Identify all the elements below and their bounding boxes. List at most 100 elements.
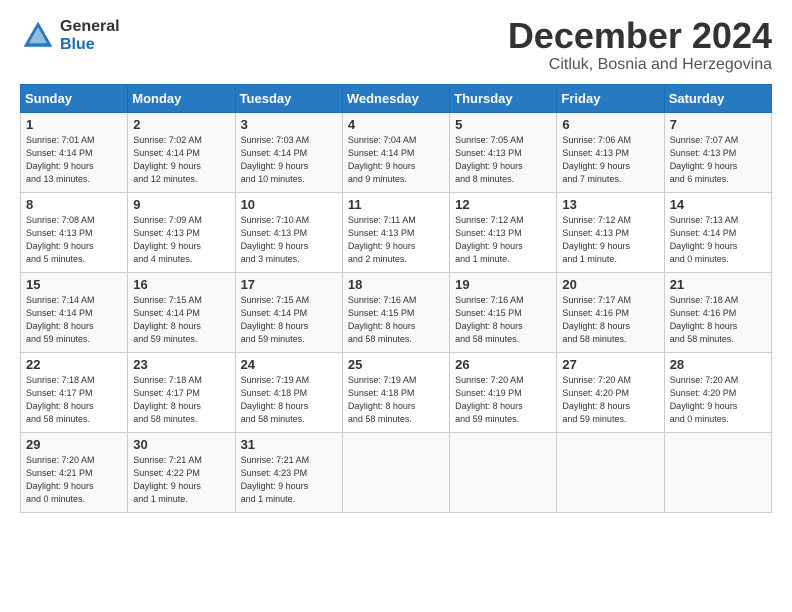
day-number: 15 (26, 277, 122, 292)
day-cell: 14 Sunrise: 7:13 AM Sunset: 4:14 PM Dayli… (664, 193, 771, 273)
day-number: 13 (562, 197, 658, 212)
day-info: Sunrise: 7:21 AM Sunset: 4:23 PM Dayligh… (241, 454, 337, 506)
day-number: 19 (455, 277, 551, 292)
calendar-header: SundayMondayTuesdayWednesdayThursdayFrid… (21, 85, 772, 113)
week-row-4: 29Sunrise: 7:20 AM Sunset: 4:21 PM Dayli… (21, 433, 772, 513)
day-number: 10 (241, 197, 337, 212)
day-number: 14 (670, 197, 766, 212)
day-info: Sunrise: 7:07 AM Sunset: 4:13 PM Dayligh… (670, 134, 766, 186)
day-cell: 28 Sunrise: 7:20 AM Sunset: 4:20 PM Dayli… (664, 353, 771, 433)
day-cell: 9 Sunrise: 7:09 AM Sunset: 4:13 PM Daylig… (128, 193, 235, 273)
day-number: 16 (133, 277, 229, 292)
logo-general: General (60, 18, 120, 36)
day-number: 9 (133, 197, 229, 212)
header: General Blue December 2024 Citluk, Bosni… (20, 18, 772, 74)
week-row-3: 22 Sunrise: 7:18 AM Sunset: 4:17 PM Dayli… (21, 353, 772, 433)
day-cell: 7 Sunrise: 7:07 AM Sunset: 4:13 PM Daylig… (664, 113, 771, 193)
day-number: 22 (26, 357, 122, 372)
title-block: December 2024 Citluk, Bosnia and Herzego… (508, 18, 772, 74)
day-info: Sunrise: 7:15 AM Sunset: 4:14 PM Dayligh… (133, 294, 229, 346)
day-cell (450, 433, 557, 513)
day-cell: 18 Sunrise: 7:16 AM Sunset: 4:15 PM Dayli… (342, 273, 449, 353)
day-cell: 27 Sunrise: 7:20 AM Sunset: 4:20 PM Dayli… (557, 353, 664, 433)
day-number: 23 (133, 357, 229, 372)
day-number: 26 (455, 357, 551, 372)
page-title: December 2024 (508, 18, 772, 54)
day-cell: 31 Sunrise: 7:21 AM Sunset: 4:23 PM Dayli… (235, 433, 342, 513)
header-cell-friday: Friday (557, 85, 664, 113)
day-cell: 26 Sunrise: 7:20 AM Sunset: 4:19 PM Dayli… (450, 353, 557, 433)
day-number: 2 (133, 117, 229, 132)
day-cell: 6Sunrise: 7:06 AM Sunset: 4:13 PM Daylig… (557, 113, 664, 193)
header-cell-tuesday: Tuesday (235, 85, 342, 113)
day-number: 31 (241, 437, 337, 452)
week-row-0: 1Sunrise: 7:01 AM Sunset: 4:14 PM Daylig… (21, 113, 772, 193)
day-cell: 30 Sunrise: 7:21 AM Sunset: 4:22 PM Dayli… (128, 433, 235, 513)
day-number: 18 (348, 277, 444, 292)
day-number: 21 (670, 277, 766, 292)
header-cell-monday: Monday (128, 85, 235, 113)
day-info: Sunrise: 7:21 AM Sunset: 4:22 PM Dayligh… (133, 454, 229, 506)
day-cell: 11Sunrise: 7:11 AM Sunset: 4:13 PM Dayli… (342, 193, 449, 273)
day-info: Sunrise: 7:08 AM Sunset: 4:13 PM Dayligh… (26, 214, 122, 266)
day-info: Sunrise: 7:16 AM Sunset: 4:15 PM Dayligh… (348, 294, 444, 346)
day-info: Sunrise: 7:20 AM Sunset: 4:21 PM Dayligh… (26, 454, 122, 506)
day-cell: 4Sunrise: 7:04 AM Sunset: 4:14 PM Daylig… (342, 113, 449, 193)
day-info: Sunrise: 7:20 AM Sunset: 4:20 PM Dayligh… (562, 374, 658, 426)
day-number: 25 (348, 357, 444, 372)
day-number: 28 (670, 357, 766, 372)
page: General Blue December 2024 Citluk, Bosni… (0, 0, 792, 523)
day-number: 27 (562, 357, 658, 372)
day-number: 30 (133, 437, 229, 452)
day-number: 17 (241, 277, 337, 292)
day-number: 24 (241, 357, 337, 372)
logo-icon (20, 18, 56, 54)
day-info: Sunrise: 7:13 AM Sunset: 4:14 PM Dayligh… (670, 214, 766, 266)
day-info: Sunrise: 7:18 AM Sunset: 4:17 PM Dayligh… (133, 374, 229, 426)
day-info: Sunrise: 7:19 AM Sunset: 4:18 PM Dayligh… (241, 374, 337, 426)
day-cell: 25 Sunrise: 7:19 AM Sunset: 4:18 PM Dayli… (342, 353, 449, 433)
day-number: 11 (348, 197, 444, 212)
day-cell (342, 433, 449, 513)
day-info: Sunrise: 7:01 AM Sunset: 4:14 PM Dayligh… (26, 134, 122, 186)
day-cell: 16 Sunrise: 7:15 AM Sunset: 4:14 PM Dayli… (128, 273, 235, 353)
day-number: 3 (241, 117, 337, 132)
day-cell: 12 Sunrise: 7:12 AM Sunset: 4:13 PM Dayli… (450, 193, 557, 273)
header-cell-sunday: Sunday (21, 85, 128, 113)
day-info: Sunrise: 7:09 AM Sunset: 4:13 PM Dayligh… (133, 214, 229, 266)
header-cell-wednesday: Wednesday (342, 85, 449, 113)
day-number: 20 (562, 277, 658, 292)
day-info: Sunrise: 7:05 AM Sunset: 4:13 PM Dayligh… (455, 134, 551, 186)
day-info: Sunrise: 7:18 AM Sunset: 4:16 PM Dayligh… (670, 294, 766, 346)
day-cell: 22 Sunrise: 7:18 AM Sunset: 4:17 PM Dayli… (21, 353, 128, 433)
day-number: 7 (670, 117, 766, 132)
day-info: Sunrise: 7:12 AM Sunset: 4:13 PM Dayligh… (455, 214, 551, 266)
calendar-body: 1Sunrise: 7:01 AM Sunset: 4:14 PM Daylig… (21, 113, 772, 513)
day-info: Sunrise: 7:18 AM Sunset: 4:17 PM Dayligh… (26, 374, 122, 426)
day-cell (557, 433, 664, 513)
day-cell (664, 433, 771, 513)
page-subtitle: Citluk, Bosnia and Herzegovina (508, 56, 772, 74)
day-cell: 19 Sunrise: 7:16 AM Sunset: 4:15 PM Dayli… (450, 273, 557, 353)
day-cell: 13 Sunrise: 7:12 AM Sunset: 4:13 PM Dayli… (557, 193, 664, 273)
day-info: Sunrise: 7:14 AM Sunset: 4:14 PM Dayligh… (26, 294, 122, 346)
calendar-table: SundayMondayTuesdayWednesdayThursdayFrid… (20, 84, 772, 513)
day-info: Sunrise: 7:19 AM Sunset: 4:18 PM Dayligh… (348, 374, 444, 426)
day-cell: 23 Sunrise: 7:18 AM Sunset: 4:17 PM Dayli… (128, 353, 235, 433)
day-info: Sunrise: 7:12 AM Sunset: 4:13 PM Dayligh… (562, 214, 658, 266)
day-number: 12 (455, 197, 551, 212)
header-cell-saturday: Saturday (664, 85, 771, 113)
day-cell: 21 Sunrise: 7:18 AM Sunset: 4:16 PM Dayli… (664, 273, 771, 353)
header-cell-thursday: Thursday (450, 85, 557, 113)
day-number: 8 (26, 197, 122, 212)
day-info: Sunrise: 7:20 AM Sunset: 4:19 PM Dayligh… (455, 374, 551, 426)
week-row-2: 15 Sunrise: 7:14 AM Sunset: 4:14 PM Dayli… (21, 273, 772, 353)
day-number: 5 (455, 117, 551, 132)
day-info: Sunrise: 7:20 AM Sunset: 4:20 PM Dayligh… (670, 374, 766, 426)
day-info: Sunrise: 7:06 AM Sunset: 4:13 PM Dayligh… (562, 134, 658, 186)
day-cell: 15 Sunrise: 7:14 AM Sunset: 4:14 PM Dayli… (21, 273, 128, 353)
day-cell: 24 Sunrise: 7:19 AM Sunset: 4:18 PM Dayli… (235, 353, 342, 433)
logo-blue: Blue (60, 36, 120, 54)
day-cell: 2Sunrise: 7:02 AM Sunset: 4:14 PM Daylig… (128, 113, 235, 193)
day-info: Sunrise: 7:16 AM Sunset: 4:15 PM Dayligh… (455, 294, 551, 346)
